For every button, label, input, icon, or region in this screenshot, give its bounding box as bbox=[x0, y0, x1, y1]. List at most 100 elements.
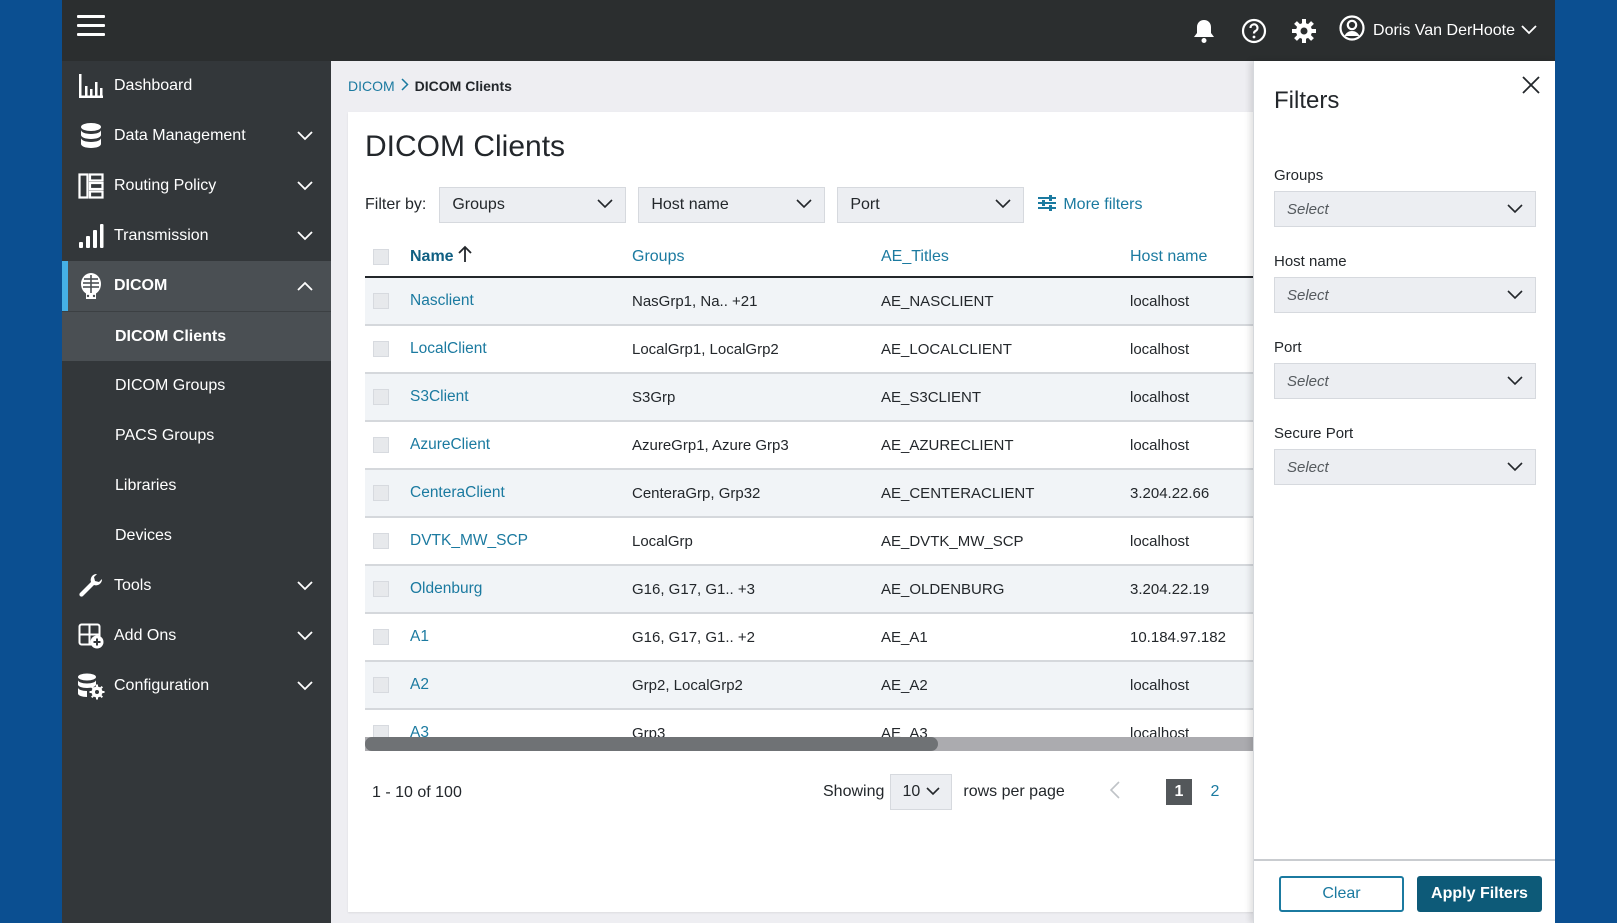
sidebar-item-add-ons[interactable]: Add Ons bbox=[62, 611, 331, 661]
sidebar-item-configuration[interactable]: Configuration bbox=[62, 661, 331, 711]
sidebar-subitem-devices[interactable]: Devices bbox=[62, 511, 331, 561]
filter-port-dropdown[interactable]: Port bbox=[837, 187, 1025, 223]
chevron-down-icon bbox=[597, 196, 613, 214]
breadcrumb-current: DICOM Clients bbox=[414, 78, 512, 94]
client-host-name: localhost bbox=[1130, 388, 1190, 406]
client-name-link[interactable]: LocalClient bbox=[410, 340, 487, 358]
row-checkbox[interactable] bbox=[373, 581, 389, 597]
table-row[interactable]: DVTK_MW_SCP LocalGrp AE_DVTK_MW_SCP localho… bbox=[365, 518, 1278, 566]
row-checkbox[interactable] bbox=[373, 437, 389, 453]
page-button-current[interactable]: 1 bbox=[1166, 779, 1192, 805]
page-button[interactable]: 2 bbox=[1202, 779, 1228, 805]
sidebar-item-label: Add Ons bbox=[114, 627, 177, 644]
user-menu[interactable]: Doris Van DerHoote bbox=[1339, 15, 1537, 46]
breadcrumb-link-dicom[interactable]: DICOM bbox=[348, 78, 395, 94]
row-checkbox[interactable] bbox=[373, 533, 389, 549]
more-filters-button[interactable]: More filters bbox=[1038, 194, 1142, 216]
help-icon[interactable] bbox=[1229, 11, 1279, 51]
sidebar-item-label: Data Management bbox=[114, 127, 246, 144]
client-name-link[interactable]: Nasclient bbox=[410, 292, 474, 310]
sidebar-item-label: Tools bbox=[114, 577, 152, 594]
client-name-link[interactable]: A2 bbox=[410, 676, 429, 694]
add-ons-icon bbox=[76, 621, 106, 651]
row-checkbox[interactable] bbox=[373, 341, 389, 357]
sliders-icon bbox=[1038, 194, 1057, 216]
client-name-link[interactable]: S3Client bbox=[410, 388, 469, 406]
row-checkbox[interactable] bbox=[373, 677, 389, 693]
row-checkbox[interactable] bbox=[373, 485, 389, 501]
client-host-name: localhost bbox=[1130, 292, 1190, 310]
sidebar-item-dashboard[interactable]: Dashboard bbox=[62, 61, 331, 111]
filter-bar: Filter by: Groups Host name Port More fi… bbox=[365, 187, 1142, 223]
scrollbar-thumb[interactable] bbox=[365, 737, 938, 751]
apply-filters-button[interactable]: Apply Filters bbox=[1417, 876, 1542, 912]
filter-host-name-dropdown[interactable]: Host name bbox=[638, 187, 826, 223]
chevron-right-icon bbox=[401, 78, 409, 94]
sidebar-item-dicom[interactable]: DICOM bbox=[62, 261, 331, 311]
row-checkbox[interactable] bbox=[373, 293, 389, 309]
table-row[interactable]: LocalClient LocalGrp1, LocalGrp2 AE_LOCALC… bbox=[365, 326, 1278, 374]
groups-select[interactable]: Select bbox=[1274, 191, 1536, 227]
client-name-link[interactable]: DVTK_MW_SCP bbox=[410, 532, 528, 550]
sidebar-subitem-pacs-groups[interactable]: PACS Groups bbox=[62, 411, 331, 461]
filter-host-name-label: Host name bbox=[651, 196, 729, 213]
filter-groups-dropdown[interactable]: Groups bbox=[439, 187, 627, 223]
filter-port-label: Port bbox=[850, 196, 880, 213]
rows-per-page-value: 10 bbox=[902, 783, 921, 800]
client-groups: NasGrp1, Na.. +21 bbox=[632, 292, 758, 310]
table-row[interactable]: A1 G16, G17, G1.. +2 AE_A1 10.184.97.182 bbox=[365, 614, 1278, 662]
bell-icon[interactable] bbox=[1179, 11, 1229, 51]
client-ae-title: AE_S3CLIENT bbox=[881, 388, 982, 406]
select-placeholder: Select bbox=[1287, 372, 1329, 390]
client-name-link[interactable]: A1 bbox=[410, 628, 429, 646]
client-ae-title: AE_NASCLIENT bbox=[881, 292, 994, 310]
sidebar-item-data-management[interactable]: Data Management bbox=[62, 111, 331, 161]
column-header-name[interactable]: Name bbox=[410, 245, 472, 268]
client-name-link[interactable]: AzureClient bbox=[410, 436, 490, 454]
chevron-down-icon bbox=[285, 581, 325, 591]
horizontal-scrollbar[interactable] bbox=[365, 737, 1278, 751]
sidebar-subitem-dicom-clients[interactable]: DICOM Clients bbox=[62, 311, 331, 361]
clear-button[interactable]: Clear bbox=[1279, 876, 1404, 912]
table-row[interactable]: A2 Grp2, LocalGrp2 AE_A2 localhost bbox=[365, 662, 1278, 710]
select-all-checkbox[interactable] bbox=[373, 248, 389, 265]
previous-page-button[interactable] bbox=[1100, 780, 1130, 804]
table-row[interactable]: S3Client S3Grp AE_S3CLIENT localhost bbox=[365, 374, 1278, 422]
chevron-down-icon bbox=[796, 196, 812, 214]
sidebar-subitem-dicom-groups[interactable]: DICOM Groups bbox=[62, 361, 331, 411]
database-gear-icon bbox=[76, 671, 106, 701]
rows-per-page-dropdown[interactable]: 10 bbox=[890, 774, 953, 810]
row-checkbox[interactable] bbox=[373, 389, 389, 405]
sidebar-item-label: Configuration bbox=[114, 677, 210, 694]
port-select[interactable]: Select bbox=[1274, 363, 1536, 399]
sidebar-subitem-libraries[interactable]: Libraries bbox=[62, 461, 331, 511]
filter-by-label: Filter by: bbox=[365, 196, 427, 213]
table-row[interactable]: Oldenburg G16, G17, G1.. +3 AE_OLDENBURG 3.… bbox=[365, 566, 1278, 614]
client-name-link[interactable]: Oldenburg bbox=[410, 580, 482, 598]
sidebar-item-tools[interactable]: Tools bbox=[62, 561, 331, 611]
client-name-link[interactable]: CenteraClient bbox=[410, 484, 505, 502]
gear-icon[interactable] bbox=[1279, 11, 1329, 51]
host-name-select[interactable]: Select bbox=[1274, 277, 1536, 313]
sidebar-item-routing-policy[interactable]: Routing Policy bbox=[62, 161, 331, 211]
table-row[interactable]: Nasclient NasGrp1, Na.. +21 AE_NASCLIENT lo… bbox=[365, 278, 1278, 326]
table-row[interactable]: AzureClient AzureGrp1, Azure Grp3 AE_AZURE… bbox=[365, 422, 1278, 470]
chevron-down-icon bbox=[285, 631, 325, 641]
column-header-host-name[interactable]: Host name bbox=[1130, 248, 1207, 266]
column-header-ae-titles[interactable]: AE_Titles bbox=[881, 248, 949, 266]
client-ae-title: AE_OLDENBURG bbox=[881, 580, 1005, 598]
sidebar-item-transmission[interactable]: Transmission bbox=[62, 211, 331, 261]
client-host-name: localhost bbox=[1130, 340, 1190, 358]
close-icon[interactable] bbox=[1519, 73, 1543, 97]
routing-icon bbox=[76, 171, 106, 201]
column-header-groups[interactable]: Groups bbox=[632, 248, 684, 266]
hamburger-menu-icon[interactable] bbox=[77, 15, 105, 41]
table-header: Name Groups AE_Titles Host name bbox=[365, 237, 1278, 278]
row-checkbox[interactable] bbox=[373, 629, 389, 645]
table-body: Nasclient NasGrp1, Na.. +21 AE_NASCLIENT lo… bbox=[365, 278, 1278, 744]
sidebar-item-label: DICOM bbox=[114, 277, 168, 294]
table-row[interactable]: CenteraClient CenteraGrp, Grp32 AE_CENTERA… bbox=[365, 470, 1278, 518]
clients-table: Name Groups AE_Titles Host name Nasclien… bbox=[365, 237, 1278, 744]
sidebar-item-label: Transmission bbox=[114, 227, 209, 244]
secure-port-select[interactable]: Select bbox=[1274, 449, 1536, 485]
